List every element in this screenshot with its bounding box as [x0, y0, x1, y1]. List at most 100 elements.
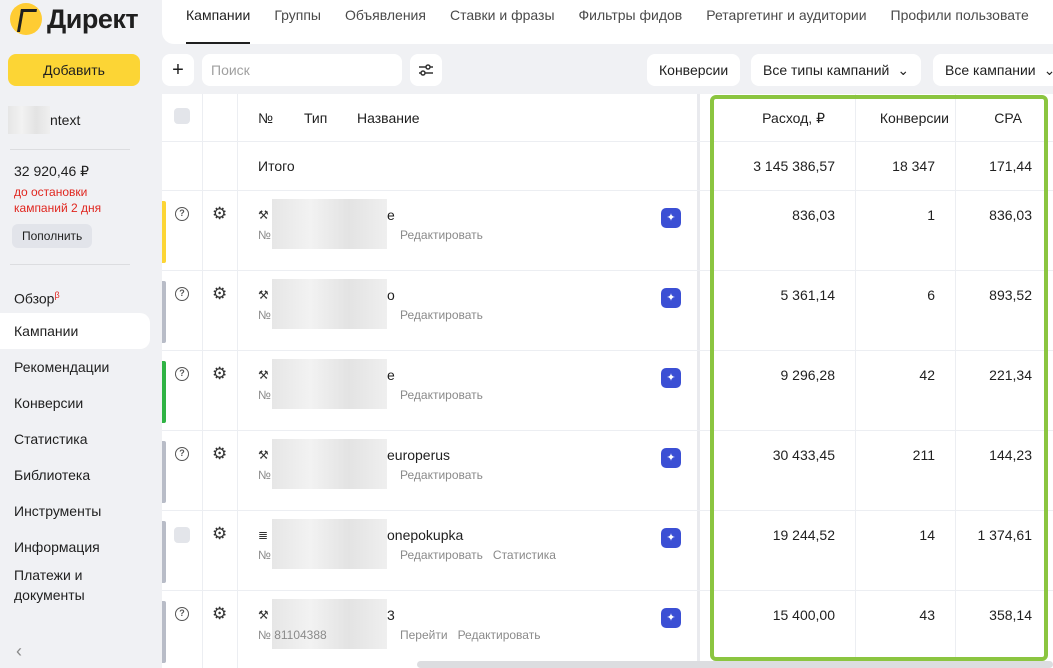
ai-sparkle-icon[interactable]: ✦	[661, 608, 681, 628]
gear-icon[interactable]: ⚙	[212, 604, 227, 624]
tab-retargeting[interactable]: Ретаргетинг и аудитории	[706, 0, 866, 44]
campaign-types-dropdown[interactable]: Все типы кампаний ⌄	[751, 54, 922, 86]
ai-sparkle-icon[interactable]: ✦	[661, 208, 681, 228]
help-icon[interactable]: ?	[175, 607, 189, 621]
header-type[interactable]: Тип	[304, 110, 327, 126]
table-row[interactable]: ⚙ ≣ onepokupka № Редактировать Статистика…	[162, 511, 1053, 591]
help-icon[interactable]: ?	[175, 287, 189, 301]
header-name[interactable]: Название	[357, 110, 420, 126]
status-bar	[162, 281, 166, 343]
row-link[interactable]: Редактировать	[400, 388, 483, 402]
help-icon[interactable]: ?	[175, 367, 189, 381]
sidebar-item-overview[interactable]: Обзорβ	[0, 277, 150, 313]
ai-sparkle-icon[interactable]: ✦	[661, 448, 681, 468]
direct-logo[interactable]: Директ	[10, 3, 139, 35]
cpa-cell: 836,03	[989, 207, 1032, 223]
collapse-sidebar-icon[interactable]: ‹	[16, 641, 22, 662]
account-balance: 32 920,46 ₽	[14, 163, 90, 179]
table-row[interactable]: ? ⚙ ⚒ 3 № 81104388 Перейти Редактировать …	[162, 591, 1053, 668]
gear-icon[interactable]: ⚙	[212, 284, 227, 304]
campaign-links: Перейти Редактировать	[400, 628, 550, 642]
tab-groups[interactable]: Группы	[274, 0, 321, 44]
campaign-name[interactable]: e	[387, 207, 687, 223]
row-link[interactable]: Перейти	[400, 628, 448, 642]
campaign-type-icon: ⚒	[258, 448, 269, 462]
sidebar-item-payments[interactable]: Платежи и документы	[0, 565, 150, 613]
tab-ads[interactable]: Объявления	[345, 0, 426, 44]
tab-feed-filters[interactable]: Фильтры фидов	[579, 0, 683, 44]
campaign-name[interactable]: 3	[387, 607, 687, 623]
gear-icon[interactable]: ⚙	[212, 444, 227, 464]
table-row[interactable]: ? ⚙ ⚒ e № Редактировать ✦ 836,03 1 836,0…	[162, 191, 1053, 271]
ai-sparkle-icon[interactable]: ✦	[661, 288, 681, 308]
cpa-cell: 144,23	[989, 447, 1032, 463]
campaign-name[interactable]: europerus	[387, 447, 687, 463]
row-link[interactable]: Редактировать	[458, 628, 541, 642]
filter-settings-icon[interactable]	[410, 54, 442, 86]
spend-cell: 836,03	[792, 207, 835, 223]
row-link[interactable]: Редактировать	[400, 548, 483, 562]
sidebar-item-information[interactable]: Информация	[0, 529, 150, 565]
header-spend[interactable]: Расход, ₽	[722, 110, 825, 127]
divider	[10, 149, 130, 150]
row-link[interactable]: Редактировать	[400, 308, 483, 322]
horizontal-scrollbar[interactable]	[417, 661, 1053, 668]
campaign-name[interactable]: e	[387, 367, 687, 383]
sidebar-item-tools[interactable]: Инструменты	[0, 493, 150, 529]
gear-icon[interactable]: ⚙	[212, 364, 227, 384]
topup-button[interactable]: Пополнить	[12, 224, 93, 248]
tab-bids[interactable]: Ставки и фразы	[450, 0, 555, 44]
cpa-cell: 358,14	[989, 607, 1032, 623]
table-row[interactable]: ? ⚙ ⚒ o № Редактировать ✦ 5 361,14 6 893…	[162, 271, 1053, 351]
row-link[interactable]: Статистика	[493, 548, 556, 562]
select-all-checkbox[interactable]	[174, 108, 190, 124]
campaign-number: №	[258, 228, 271, 242]
table-row[interactable]: ? ⚙ ⚒ e № Редактировать ✦ 9 296,28 42 22…	[162, 351, 1053, 431]
spend-cell: 15 400,00	[772, 607, 835, 623]
header-conversions[interactable]: Конверсии	[855, 110, 949, 126]
campaign-number: № 81104388	[258, 628, 327, 642]
toolbar: + Конверсии Все типы кампаний⌄ Все кампа…	[162, 54, 1053, 86]
gear-icon[interactable]: ⚙	[212, 524, 227, 544]
header-num[interactable]: №	[258, 110, 273, 126]
sidebar-item-library[interactable]: Библиотека	[0, 457, 150, 493]
tab-campaigns[interactable]: Кампании	[186, 0, 251, 44]
row-link[interactable]: Редактировать	[400, 468, 483, 482]
header-cpa[interactable]: CPA	[955, 110, 1022, 126]
conversions-cell: 211	[912, 447, 935, 463]
campaign-type-icon: ⚒	[258, 608, 269, 622]
main-area: Кампании Группы Объявления Ставки и фраз…	[162, 0, 1053, 668]
status-bar	[162, 601, 166, 663]
table-row[interactable]: ? ⚙ ⚒ europerus № Редактировать ✦ 30 433…	[162, 431, 1053, 511]
sidebar-item-conversions[interactable]: Конверсии	[0, 385, 150, 421]
campaign-type-icon: ⚒	[258, 368, 269, 382]
campaign-name[interactable]: o	[387, 287, 687, 303]
redacted-account-name	[8, 106, 50, 134]
sidebar-item-campaigns[interactable]: Кампании	[0, 313, 150, 349]
gear-icon[interactable]: ⚙	[212, 204, 227, 224]
help-icon[interactable]: ?	[175, 447, 189, 461]
campaign-type-icon: ⚒	[258, 288, 269, 302]
ai-sparkle-icon[interactable]: ✦	[661, 368, 681, 388]
help-icon[interactable]: ?	[175, 207, 189, 221]
row-link[interactable]: Редактировать	[400, 228, 483, 242]
beta-badge: β	[54, 290, 60, 300]
conversions-filter[interactable]: Конверсии	[647, 54, 741, 86]
status-bar	[162, 441, 166, 503]
row-checkbox[interactable]	[174, 527, 190, 543]
ai-sparkle-icon[interactable]: ✦	[661, 528, 681, 548]
tab-user-profiles[interactable]: Профили пользовате	[891, 0, 1029, 44]
sidebar-item-statistics[interactable]: Статистика	[0, 421, 150, 457]
campaign-meta: №	[258, 468, 281, 482]
total-spend: 3 145 386,57	[753, 158, 835, 174]
spend-cell: 9 296,28	[780, 367, 836, 383]
campaign-meta: № 81104388	[258, 628, 337, 642]
status-bar	[162, 361, 166, 423]
account-selector[interactable]: ntext	[8, 106, 80, 134]
add-icon[interactable]: +	[162, 54, 194, 86]
add-button[interactable]: Добавить	[8, 54, 140, 86]
campaign-name[interactable]: onepokupka	[387, 527, 687, 543]
all-campaigns-dropdown[interactable]: Все кампании ⌄	[933, 54, 1053, 86]
sidebar-item-recommendations[interactable]: Рекомендации	[0, 349, 150, 385]
search-input[interactable]	[202, 54, 402, 86]
